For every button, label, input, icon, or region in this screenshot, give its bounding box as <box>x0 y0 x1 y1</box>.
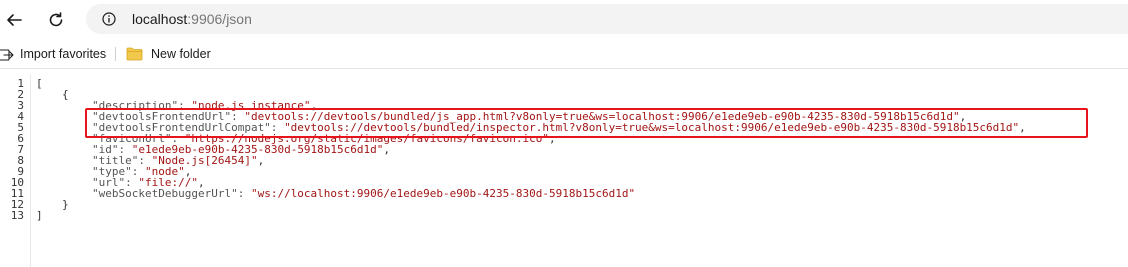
folder-icon <box>126 47 143 61</box>
url-text[interactable]: localhost:9906/json <box>132 10 252 28</box>
json-bracket: ] <box>36 209 43 222</box>
json-comma: , <box>257 154 265 167</box>
address-bar[interactable]: localhost:9906/json <box>86 4 1128 34</box>
json-viewer: 1 2 3 4 5 6 7 8 9 10 11 12 13 [ { "descr… <box>0 74 1128 267</box>
json-line: } <box>62 199 69 210</box>
back-arrow-icon <box>7 14 22 26</box>
import-favorites-label: Import favorites <box>20 47 107 61</box>
favorites-bar: Import favorites New folder <box>0 40 1128 69</box>
highlight-annotation-box <box>85 108 1088 138</box>
json-brace: } <box>62 198 69 211</box>
url-host: localhost <box>132 11 188 27</box>
line-number: 13 <box>10 209 24 222</box>
new-folder-label: New folder <box>151 47 211 61</box>
json-line: "webSocketDebuggerUrl": "ws://localhost:… <box>92 188 635 199</box>
json-value: "ws://localhost:9906/e1ede9eb-e90b-4235-… <box>250 187 636 200</box>
json-key: "webSocketDebuggerUrl": <box>92 187 251 200</box>
refresh-button[interactable] <box>42 6 70 34</box>
json-bracket: [ <box>36 77 43 90</box>
refresh-icon <box>49 12 63 27</box>
import-favorites-button[interactable]: Import favorites <box>0 44 106 64</box>
json-brace: { <box>62 88 69 101</box>
json-line: { <box>62 89 69 100</box>
gutter-divider <box>30 74 31 267</box>
new-folder-item[interactable]: New folder <box>126 44 211 64</box>
back-button[interactable] <box>0 6 28 34</box>
url-path: :9906/json <box>187 11 252 27</box>
json-line: [ <box>36 78 43 89</box>
json-comma: , <box>383 143 391 156</box>
import-icon <box>0 49 14 61</box>
browser-toolbar: localhost:9906/json <box>0 0 1128 40</box>
favorites-divider <box>115 47 116 61</box>
site-info-icon[interactable] <box>102 12 116 26</box>
json-line: ] <box>36 210 43 221</box>
